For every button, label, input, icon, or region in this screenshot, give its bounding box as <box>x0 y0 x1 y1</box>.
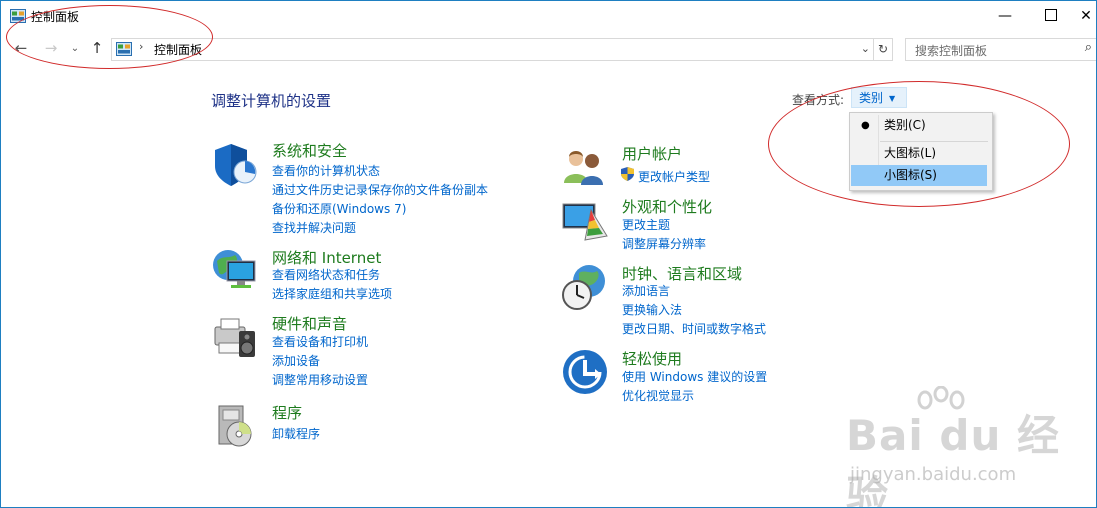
window-title: 控制面板 <box>31 10 80 24</box>
breadcrumb-control-panel[interactable]: 控制面板 <box>154 41 202 58</box>
category-title[interactable]: 硬件和声音 <box>272 313 347 334</box>
ease-of-access-icon[interactable] <box>561 348 609 396</box>
up-arrow-icon[interactable]: ↑ <box>87 39 107 57</box>
link-change-input-method[interactable]: 更换输入法 <box>622 301 682 318</box>
caret-down-icon: ▼ <box>889 94 896 103</box>
link-backup-restore[interactable]: 备份和还原(Windows 7) <box>272 200 406 217</box>
view-by-menu: ● 类别(C) 大图标(L) 小图标(S) <box>849 112 993 191</box>
category-network-internet: 网络和 Internet 查看网络状态和任务 选择家庭组和共享选项 <box>211 247 541 307</box>
security-shield-icon[interactable] <box>211 140 259 188</box>
link-devices-printers[interactable]: 查看设备和打印机 <box>272 333 368 350</box>
view-by-label: 查看方式: <box>792 93 845 107</box>
category-appearance: 外观和个性化 更改主题 调整屏幕分辨率 <box>561 196 861 256</box>
category-title[interactable]: 时钟、语言和区域 <box>622 263 742 284</box>
control-panel-icon <box>10 9 26 23</box>
category-system-security: 系统和安全 查看你的计算机状态 通过文件历史记录保存你的文件备份副本 备份和还原… <box>211 140 541 240</box>
maximize-icon <box>1045 8 1057 21</box>
breadcrumb-separator-icon[interactable]: › <box>139 40 143 53</box>
watermark-url: jingyan.baidu.com <box>850 464 1017 485</box>
minimize-button[interactable]: — <box>982 1 1028 32</box>
category-user-accounts: 用户帐户 更改帐户类型 <box>561 143 861 193</box>
navigation-bar: ← → ⌄ ↑ › 控制面板 ⌄ ↻ 搜索控制面板 ⌕ <box>1 37 1096 63</box>
link-add-device[interactable]: 添加设备 <box>272 352 320 369</box>
link-network-status[interactable]: 查看网络状态和任务 <box>272 266 380 283</box>
category-title[interactable]: 轻松使用 <box>622 348 682 369</box>
menu-divider <box>880 141 988 142</box>
link-add-language[interactable]: 添加语言 <box>622 282 670 299</box>
address-bar[interactable]: › 控制面板 ⌄ <box>111 38 874 61</box>
search-icon[interactable]: ⌕ <box>1085 40 1092 55</box>
menu-item-label: 小图标(S) <box>884 168 937 182</box>
recent-locations-chevron-icon[interactable]: ⌄ <box>65 43 85 54</box>
view-by-dropdown[interactable]: 类别 ▼ <box>851 87 907 108</box>
link-file-history[interactable]: 通过文件历史记录保存你的文件备份副本 <box>272 181 488 198</box>
back-arrow-icon[interactable]: ← <box>11 39 31 57</box>
control-panel-window: 控制面板 — ✕ ← → ⌄ ↑ › 控制面板 ⌄ ↻ 搜索控制面板 ⌕ 调整计… <box>0 0 1097 508</box>
clock-globe-icon[interactable] <box>561 263 609 311</box>
baidu-jingyan-watermark: Bai du 经验 jingyan.baidu.com <box>841 386 1091 507</box>
uac-shield-icon <box>621 167 634 181</box>
view-by-value: 类别 <box>859 91 884 105</box>
refresh-button[interactable]: ↻ <box>874 38 893 61</box>
category-title[interactable]: 用户帐户 <box>622 143 682 164</box>
watermark-logo-text: Bai du 经验 <box>846 411 1060 508</box>
address-dropdown-chevron-icon[interactable]: ⌄ <box>861 42 870 55</box>
control-panel-icon <box>116 42 132 56</box>
network-globe-icon[interactable] <box>211 247 259 295</box>
category-title[interactable]: 系统和安全 <box>272 140 347 161</box>
link-mobility-settings[interactable]: 调整常用移动设置 <box>272 371 368 388</box>
link-troubleshoot[interactable]: 查找并解决问题 <box>272 219 356 236</box>
menu-item-label: 类别(C) <box>884 118 926 132</box>
menu-item-small-icons[interactable]: 小图标(S) <box>851 165 987 186</box>
appearance-monitor-icon[interactable] <box>561 196 609 244</box>
link-date-time-format[interactable]: 更改日期、时间或数字格式 <box>622 320 766 337</box>
programs-disc-icon[interactable] <box>211 402 259 450</box>
forward-arrow-icon[interactable]: → <box>41 39 61 57</box>
selected-bullet-icon: ● <box>861 120 870 131</box>
category-clock-language-region: 时钟、语言和区域 添加语言 更换输入法 更改日期、时间或数字格式 <box>561 263 861 343</box>
close-button[interactable]: ✕ <box>1074 1 1096 32</box>
menu-item-category[interactable]: ● 类别(C) <box>851 115 987 136</box>
search-placeholder: 搜索控制面板 <box>915 44 988 58</box>
link-view-computer-status[interactable]: 查看你的计算机状态 <box>272 162 380 179</box>
link-change-account-type[interactable]: 更改帐户类型 <box>638 168 710 185</box>
category-hardware-sound: 硬件和声音 查看设备和打印机 添加设备 调整常用移动设置 <box>211 313 541 393</box>
printer-speaker-icon[interactable] <box>211 313 259 361</box>
menu-item-label: 大图标(L) <box>884 146 937 160</box>
category-programs: 程序 卸载程序 <box>211 402 541 452</box>
link-windows-recommended-settings[interactable]: 使用 Windows 建议的设置 <box>622 368 767 385</box>
category-ease-of-access: 轻松使用 使用 Windows 建议的设置 优化视觉显示 <box>561 348 861 408</box>
category-title[interactable]: 外观和个性化 <box>622 196 712 217</box>
link-change-theme[interactable]: 更改主题 <box>622 216 670 233</box>
category-title[interactable]: 程序 <box>272 402 302 423</box>
title-bar: 控制面板 — ✕ <box>1 1 1096 33</box>
link-screen-resolution[interactable]: 调整屏幕分辨率 <box>622 235 706 252</box>
search-input[interactable]: 搜索控制面板 ⌕ <box>905 38 1096 61</box>
category-title[interactable]: 网络和 Internet <box>272 247 381 268</box>
users-icon[interactable] <box>561 143 609 191</box>
maximize-button[interactable] <box>1028 1 1074 32</box>
menu-item-large-icons[interactable]: 大图标(L) <box>851 143 987 164</box>
link-optimize-visual-display[interactable]: 优化视觉显示 <box>622 387 694 404</box>
page-title: 调整计算机的设置 <box>211 92 332 110</box>
link-homegroup[interactable]: 选择家庭组和共享选项 <box>272 285 392 302</box>
link-uninstall-program[interactable]: 卸载程序 <box>272 425 320 442</box>
